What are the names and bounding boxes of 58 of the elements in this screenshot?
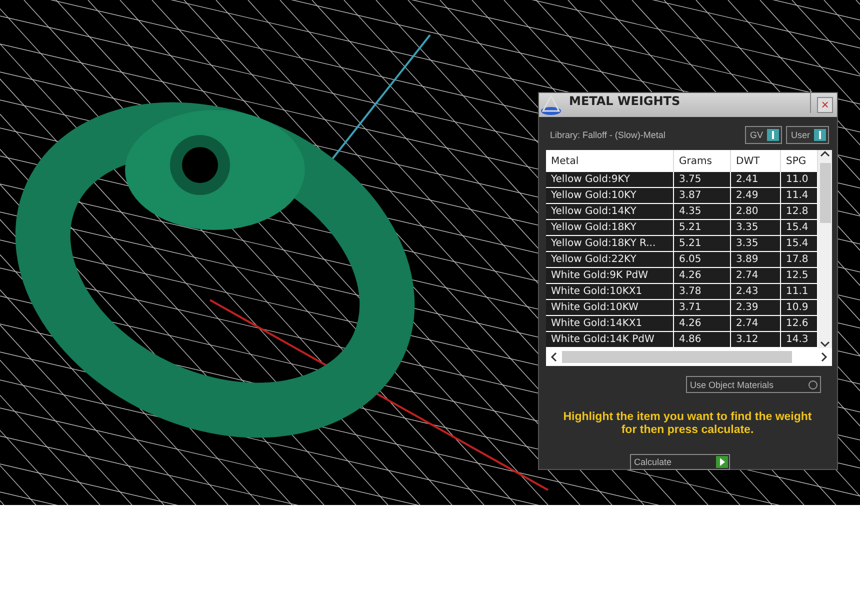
table-cell[interactable]: 10.9 <box>781 300 818 315</box>
table-cell[interactable]: 4.26 <box>674 316 731 331</box>
table-cell[interactable]: White Gold:10KW <box>546 300 674 315</box>
table-cell[interactable]: 5.21 <box>674 236 731 251</box>
table-cell[interactable]: 3.35 <box>731 236 781 251</box>
table-cell[interactable]: 11.1 <box>781 284 818 299</box>
table-cell[interactable]: 15.4 <box>781 220 818 235</box>
table-cell[interactable]: 15.4 <box>781 236 818 251</box>
table-cell[interactable]: 3.78 <box>674 284 731 299</box>
toggle-button[interactable]: User <box>786 126 829 144</box>
table-cell[interactable]: Yellow Gold:18KY R... <box>546 236 674 251</box>
table-cell[interactable]: 2.41 <box>731 172 781 187</box>
table-cell[interactable]: 4.26 <box>674 268 731 283</box>
toggle-button[interactable]: GV <box>744 126 782 144</box>
table-cell[interactable]: 14.3 <box>781 332 818 347</box>
table-cell[interactable]: 3.71 <box>674 300 731 315</box>
table-cell[interactable]: 3.87 <box>674 188 731 203</box>
vertical-scrollbar[interactable] <box>818 150 832 348</box>
table-cell[interactable]: 2.49 <box>731 188 781 203</box>
table-cell[interactable]: 11.4 <box>781 188 818 203</box>
window-title: METAL WEIGHTS <box>569 89 811 113</box>
table-cell[interactable]: 2.80 <box>731 204 781 219</box>
table-cell[interactable]: White Gold:10KX1 <box>546 284 674 299</box>
table-cell[interactable]: 17.8 <box>781 252 818 267</box>
play-icon <box>716 456 728 468</box>
table-cell[interactable]: White Gold:14K PdW <box>546 332 674 347</box>
table-cell[interactable]: Yellow Gold:22KY <box>546 252 674 267</box>
table-cell[interactable]: 3.35 <box>731 220 781 235</box>
table-cell[interactable]: Yellow Gold:9KY <box>546 172 674 187</box>
table-cell[interactable]: 3.89 <box>731 252 781 267</box>
table-cell[interactable]: 3.75 <box>674 172 731 187</box>
instruction-text: Highlight the item you want to find the weight for then press calculate. <box>562 411 813 437</box>
table-cell[interactable]: White Gold:9K PdW <box>546 268 674 283</box>
close-button[interactable]: × <box>817 97 833 113</box>
scrollbar-thumb[interactable] <box>562 351 792 363</box>
table-cell[interactable]: 2.74 <box>731 268 781 283</box>
table-cell[interactable]: 2.43 <box>731 284 781 299</box>
table-cell[interactable]: 11.0 <box>781 172 818 187</box>
calculate-button[interactable]: Calculate <box>630 454 730 470</box>
table-cell[interactable]: Yellow Gold:14KY <box>546 204 674 219</box>
table-cell[interactable]: 12.5 <box>781 268 818 283</box>
table-cell[interactable]: Yellow Gold:18KY <box>546 220 674 235</box>
table-cell[interactable]: 6.05 <box>674 252 731 267</box>
table-cell[interactable]: 4.35 <box>674 204 731 219</box>
table-cell[interactable]: 3.12 <box>731 332 781 347</box>
circle-icon <box>806 378 820 392</box>
table-cell[interactable]: 2.74 <box>731 316 781 331</box>
materials-dropdown[interactable]: Use Object Materials <box>686 376 821 393</box>
table-cell[interactable]: 2.39 <box>731 300 781 315</box>
library-label: Library: Falloff - (Slow)-Metal <box>549 130 666 140</box>
table-cell[interactable]: 12.6 <box>781 316 818 331</box>
table-cell[interactable]: 5.21 <box>674 220 731 235</box>
table-cell[interactable]: Yellow Gold:10KY <box>546 188 674 203</box>
table-cell[interactable]: 4.86 <box>674 332 731 347</box>
table-cell[interactable]: White Gold:14KX1 <box>546 316 674 331</box>
scrollbar-thumb[interactable] <box>820 163 830 223</box>
table-cell[interactable]: 12.8 <box>781 204 818 219</box>
pyramid-icon <box>539 93 563 117</box>
